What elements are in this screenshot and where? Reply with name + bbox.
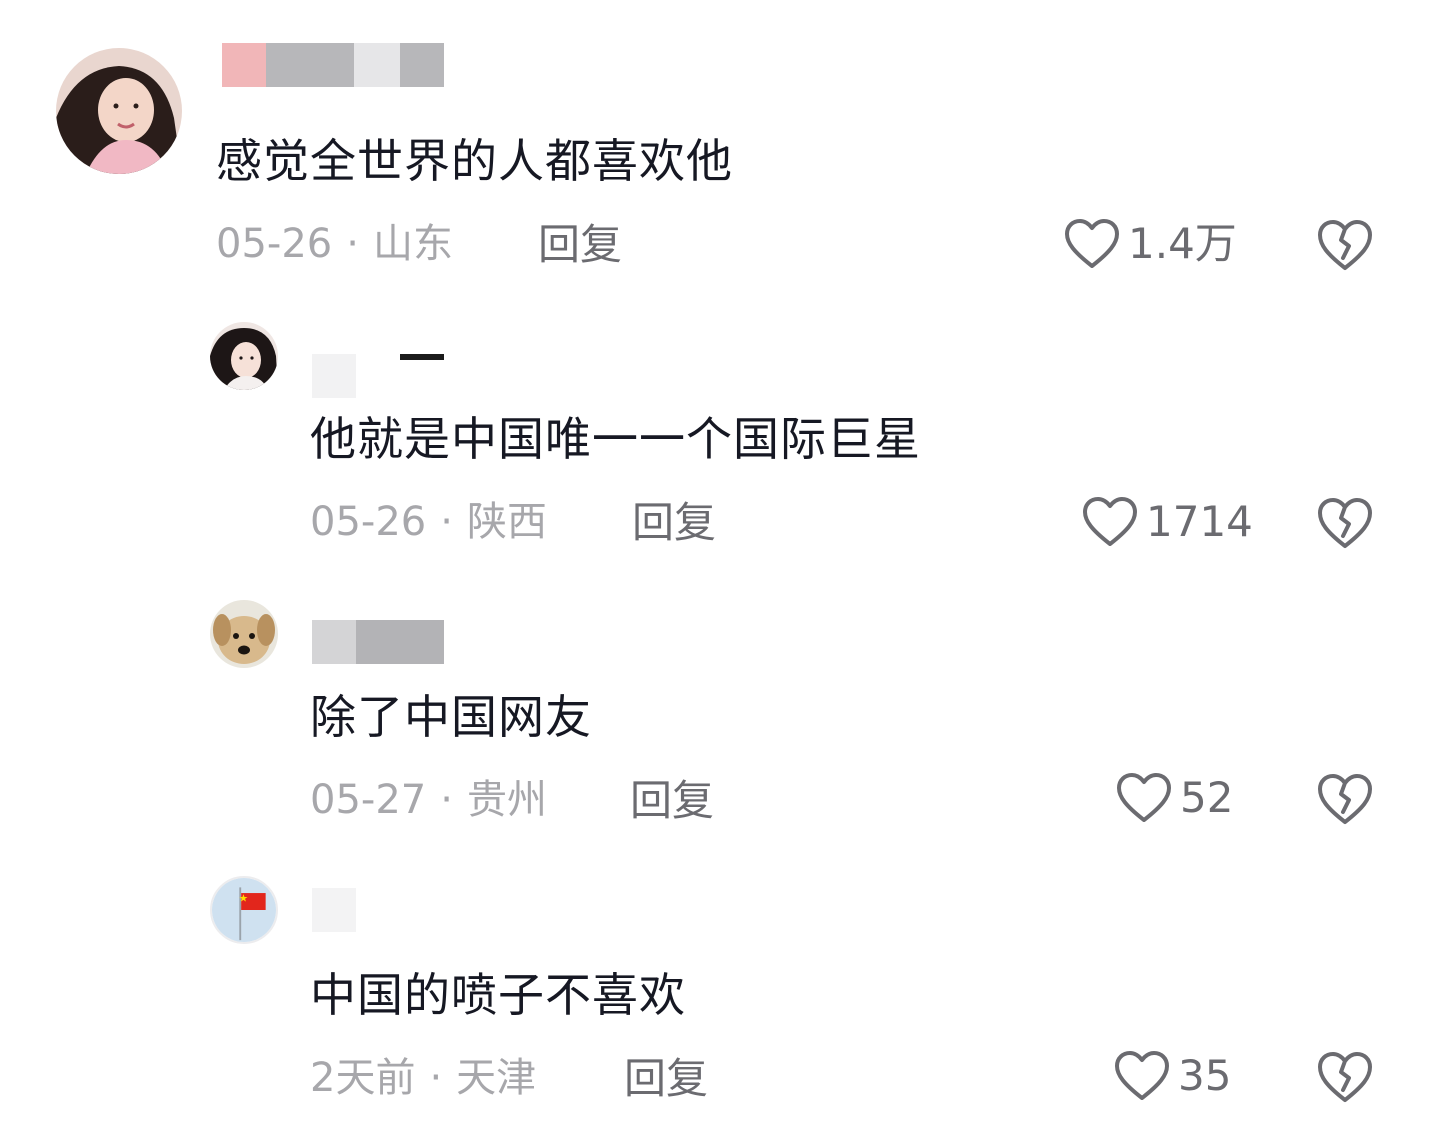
comment-date: 2天前 (310, 1055, 416, 1101)
user-avatar[interactable] (210, 876, 278, 944)
comment-list: 感觉全世界的人都喜欢他 05-26 · 山东 回复 1.4万 他就是中国唯一一个… (0, 0, 1440, 1145)
flag-avatar-icon (212, 878, 276, 942)
comment-location: 天津 (456, 1055, 537, 1101)
separator-dot: · (429, 1055, 443, 1101)
reply-button[interactable]: 回复 (624, 1058, 708, 1100)
like-button[interactable]: 35 (1114, 1050, 1231, 1102)
dislike-button[interactable] (1316, 1050, 1374, 1104)
like-count: 35 (1178, 1051, 1232, 1100)
username-blurred[interactable] (312, 888, 356, 932)
comment-text: 中国的喷子不喜欢 (310, 968, 686, 1022)
heart-icon (1115, 1051, 1169, 1100)
comment-meta: 2天前 · 天津 (310, 1058, 536, 1098)
comment-item: 中国的喷子不喜欢 2天前 · 天津 回复 35 (0, 0, 1440, 1145)
broken-heart-icon (1318, 1052, 1372, 1102)
